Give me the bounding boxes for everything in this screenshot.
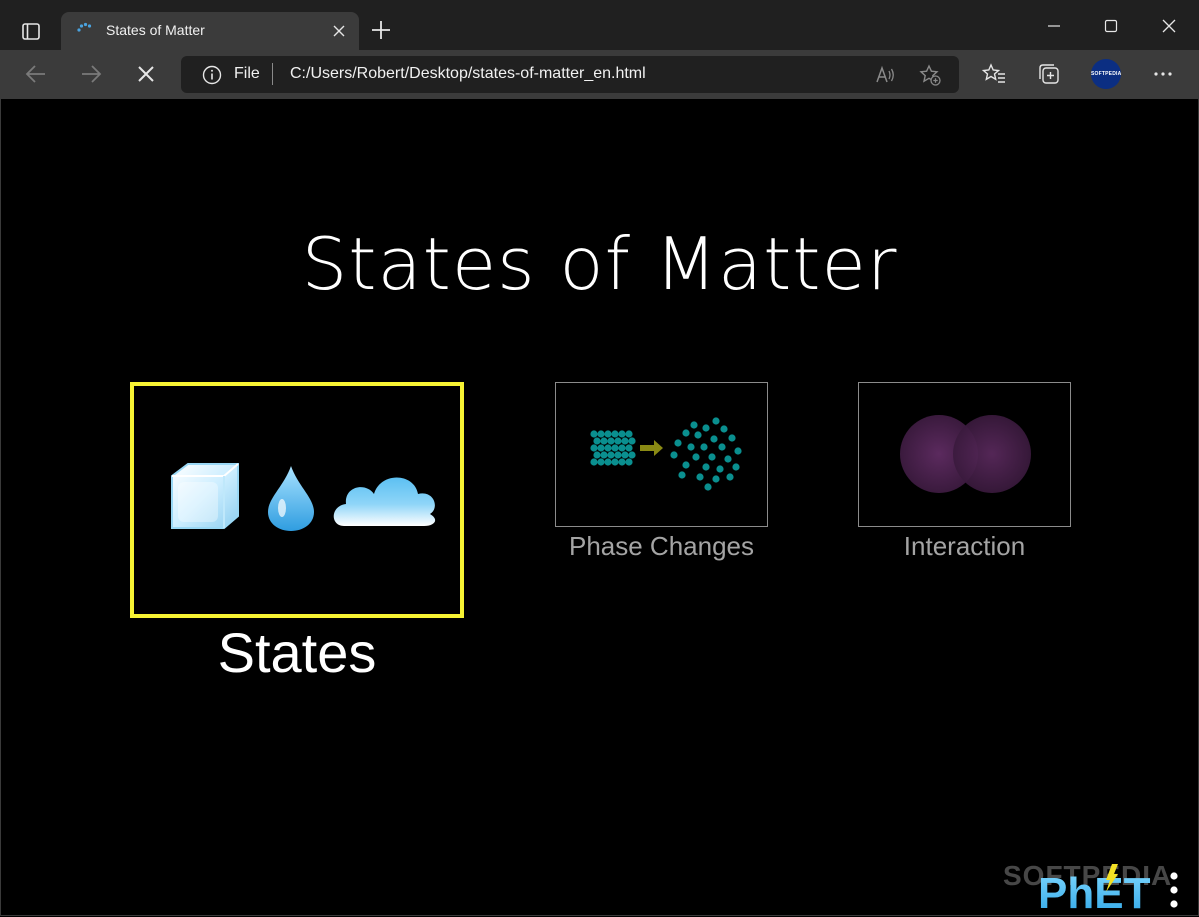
minimize-icon[interactable] bbox=[1034, 10, 1074, 42]
arrow-right-icon bbox=[640, 440, 663, 456]
info-icon[interactable] bbox=[202, 65, 222, 85]
close-icon[interactable] bbox=[328, 20, 350, 42]
sim-title: States of Matter bbox=[301, 222, 898, 306]
phase-changes-screen-label[interactable]: Phase Changes bbox=[555, 531, 768, 562]
stop-icon[interactable] bbox=[130, 58, 162, 90]
more-icon[interactable] bbox=[1150, 61, 1176, 87]
states-thumbnail bbox=[171, 463, 436, 531]
collections-icon[interactable] bbox=[1036, 61, 1062, 87]
tab-title: States of Matter bbox=[106, 22, 205, 38]
profile-avatar[interactable]: SOFTPEDIA bbox=[1091, 59, 1121, 89]
phase-changes-thumbnail bbox=[590, 417, 742, 491]
phet-menu-button[interactable]: PhET bbox=[1036, 862, 1186, 914]
interaction-thumbnail bbox=[900, 415, 1031, 493]
phet-menu-icon[interactable] bbox=[1170, 872, 1178, 908]
read-aloud-icon[interactable] bbox=[873, 63, 897, 87]
browser-tab[interactable]: States of Matter bbox=[61, 12, 359, 50]
url-text[interactable]: C:/Users/Robert/Desktop/states-of-matter… bbox=[290, 65, 646, 83]
phet-logo: PhET bbox=[1038, 869, 1151, 914]
tab-actions-icon[interactable] bbox=[14, 14, 48, 48]
loading-spinner-icon bbox=[77, 22, 92, 32]
browser-toolbar: File C:/Users/Robert/Desktop/states-of-m… bbox=[0, 50, 1199, 99]
water-drop-icon bbox=[268, 466, 314, 531]
interaction-screen-button[interactable] bbox=[858, 382, 1071, 527]
add-favorite-icon[interactable] bbox=[918, 63, 942, 87]
gas-molecules-icon bbox=[670, 417, 742, 491]
maximize-icon[interactable] bbox=[1091, 10, 1131, 42]
atom-right-icon bbox=[953, 415, 1031, 493]
close-window-icon[interactable] bbox=[1149, 10, 1189, 42]
back-icon[interactable] bbox=[20, 58, 52, 90]
address-separator bbox=[272, 63, 273, 85]
address-bar[interactable]: File C:/Users/Robert/Desktop/states-of-m… bbox=[181, 56, 959, 93]
ice-cube-icon bbox=[171, 463, 239, 529]
solid-molecules-icon bbox=[590, 430, 636, 466]
cloud-icon bbox=[333, 477, 436, 526]
favorites-icon[interactable] bbox=[981, 61, 1007, 87]
plus-icon[interactable] bbox=[368, 17, 394, 43]
forward-icon[interactable] bbox=[75, 58, 107, 90]
site-info-label[interactable]: File bbox=[234, 65, 260, 83]
interaction-screen-label[interactable]: Interaction bbox=[858, 531, 1071, 562]
states-screen-label[interactable]: States bbox=[130, 620, 464, 685]
title-bar: States of Matter bbox=[0, 0, 1199, 50]
states-screen-button[interactable] bbox=[130, 382, 464, 618]
phase-changes-screen-button[interactable] bbox=[555, 382, 768, 527]
